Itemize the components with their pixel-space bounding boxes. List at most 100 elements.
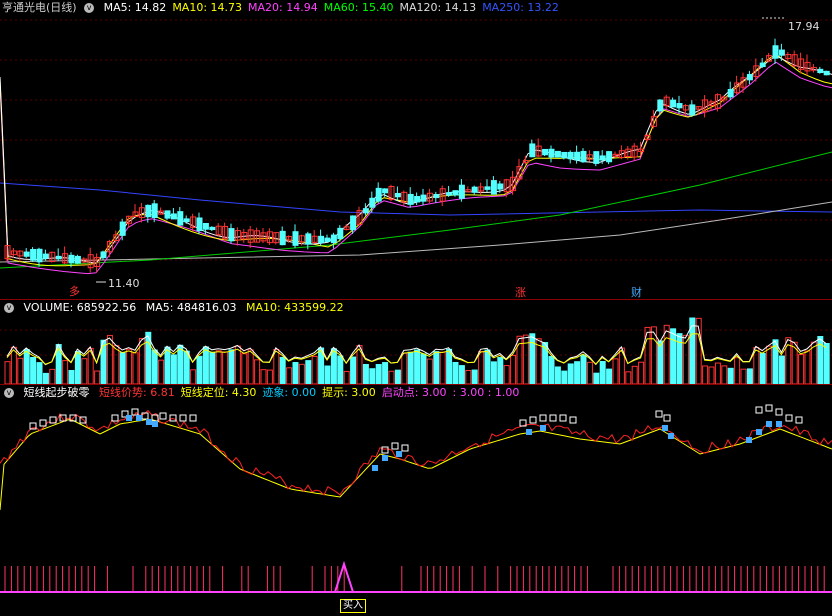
volume-bar	[343, 370, 350, 384]
price-chart[interactable]	[0, 0, 832, 300]
indicator-chart[interactable]	[0, 385, 832, 552]
volume-panel[interactable]: v VOLUME: 685922.56 MA5: 484816.03 MA10:…	[0, 300, 832, 384]
signal-square	[382, 455, 388, 461]
marker-duo: 多	[69, 285, 80, 298]
volume-bar	[228, 349, 235, 384]
volume-bar	[548, 355, 555, 384]
signal-panel[interactable]: 买入	[0, 552, 832, 616]
volume-bar	[49, 368, 56, 384]
candle-body	[542, 148, 549, 156]
indicator-settings-icon[interactable]: v	[84, 3, 95, 13]
volume-bar	[420, 353, 427, 384]
candle-body	[471, 186, 478, 193]
indicator-header: v 短线起步破零 短线价势: 6.81 短线定位: 4.30 迹象: 0.00 提示:…	[0, 385, 531, 401]
indicator-legend-item: 短线价势: 6.81	[99, 386, 175, 399]
volume-bar	[740, 368, 747, 384]
volume-bar	[778, 355, 785, 384]
volume-bar	[625, 371, 632, 384]
candle-body	[145, 204, 152, 218]
price-panel[interactable]: 亨通光电(日线) v MA5: 14.82 MA10: 14.73 MA20: 14…	[0, 0, 832, 300]
hint-square	[755, 406, 763, 414]
marker-zhang: 涨	[515, 286, 526, 299]
candle-body	[42, 253, 49, 259]
volume-bar	[529, 333, 536, 384]
indicator-legend: 短线价势: 6.81 短线定位: 4.30 迹象: 0.00 提示: 3.00 启动点:…	[99, 386, 525, 399]
candle-body	[407, 193, 414, 205]
volume-bar	[254, 359, 261, 384]
candle-body	[823, 70, 830, 76]
volume-settings-icon[interactable]: v	[4, 303, 14, 313]
volume-value: VOLUME: 685922.56	[23, 301, 137, 314]
volume-bar	[759, 352, 766, 384]
candle-body	[689, 104, 696, 116]
ma-legend-item: MA20: 14.94	[248, 1, 318, 14]
candle-body	[670, 99, 677, 108]
hint-square	[539, 414, 547, 422]
volume-bar	[305, 360, 312, 384]
signal-square	[126, 415, 132, 421]
candle-body	[458, 184, 465, 199]
volume-bar	[561, 370, 568, 384]
ma-legend-item: MA60: 15.40	[323, 1, 394, 14]
volume-bar	[484, 349, 491, 384]
volume-bar	[714, 362, 721, 384]
volume-bar	[734, 357, 741, 384]
volume-bar	[574, 361, 581, 384]
volume-bar	[708, 366, 715, 384]
volume-bar	[458, 365, 465, 384]
candle-body	[330, 234, 337, 244]
volume-bar	[657, 340, 664, 384]
volume-bar	[490, 361, 497, 384]
volume-bar	[721, 365, 728, 384]
volume-bar	[113, 345, 120, 384]
hint-square	[189, 414, 197, 422]
indicator-legend-item: 短线定位: 4.30	[180, 386, 257, 399]
volume-bar	[350, 356, 357, 384]
volume-bar	[362, 363, 369, 384]
volume-bar	[81, 358, 88, 384]
indicator-panel[interactable]: v 短线起步破零 短线价势: 6.81 短线定位: 4.30 迹象: 0.00 提示:…	[0, 385, 832, 552]
volume-bar	[554, 366, 561, 384]
signal-chart[interactable]	[0, 552, 832, 616]
volume-bar	[471, 369, 478, 384]
candle-body	[772, 45, 779, 59]
candle-body	[305, 233, 312, 245]
volume-bar	[823, 343, 830, 384]
volume-bar	[68, 369, 75, 384]
hint-square	[159, 412, 167, 420]
volume-bar	[670, 328, 677, 384]
volume-bar	[260, 369, 267, 384]
candle-body	[778, 49, 785, 56]
indicator-legend-item: 迹象: 0.00	[262, 386, 317, 399]
candle-body	[567, 151, 574, 160]
hint-square	[785, 414, 793, 422]
candle-body	[759, 62, 766, 68]
volume-bar	[202, 346, 209, 384]
indicator-settings-icon[interactable]: v	[4, 388, 14, 398]
volume-bar	[446, 348, 453, 384]
volume-bar	[30, 356, 37, 384]
volume-bar	[126, 348, 133, 384]
volume-bar	[606, 368, 613, 384]
signal-square	[662, 425, 668, 431]
volume-bar	[266, 369, 273, 384]
ma-legend-item: MA10: 14.73	[172, 1, 243, 14]
candle-body	[375, 187, 382, 202]
marker-cai: 财	[631, 286, 642, 299]
candle-body	[414, 196, 421, 203]
hint-square	[775, 408, 783, 416]
candle-body	[183, 218, 190, 223]
candle-body	[727, 88, 734, 98]
candle-body	[817, 68, 824, 74]
candle-body	[548, 148, 555, 158]
volume-ma10: MA10: 433599.22	[245, 301, 344, 314]
volume-bar	[292, 362, 299, 384]
volume-bar	[330, 348, 337, 384]
volume-bar	[676, 333, 683, 384]
volume-bar	[452, 361, 459, 384]
hint-square	[663, 414, 671, 422]
buy-signal-label: 买入	[340, 599, 366, 613]
candle-body	[676, 103, 683, 109]
candle-body	[119, 221, 126, 236]
signal-square	[540, 425, 546, 431]
